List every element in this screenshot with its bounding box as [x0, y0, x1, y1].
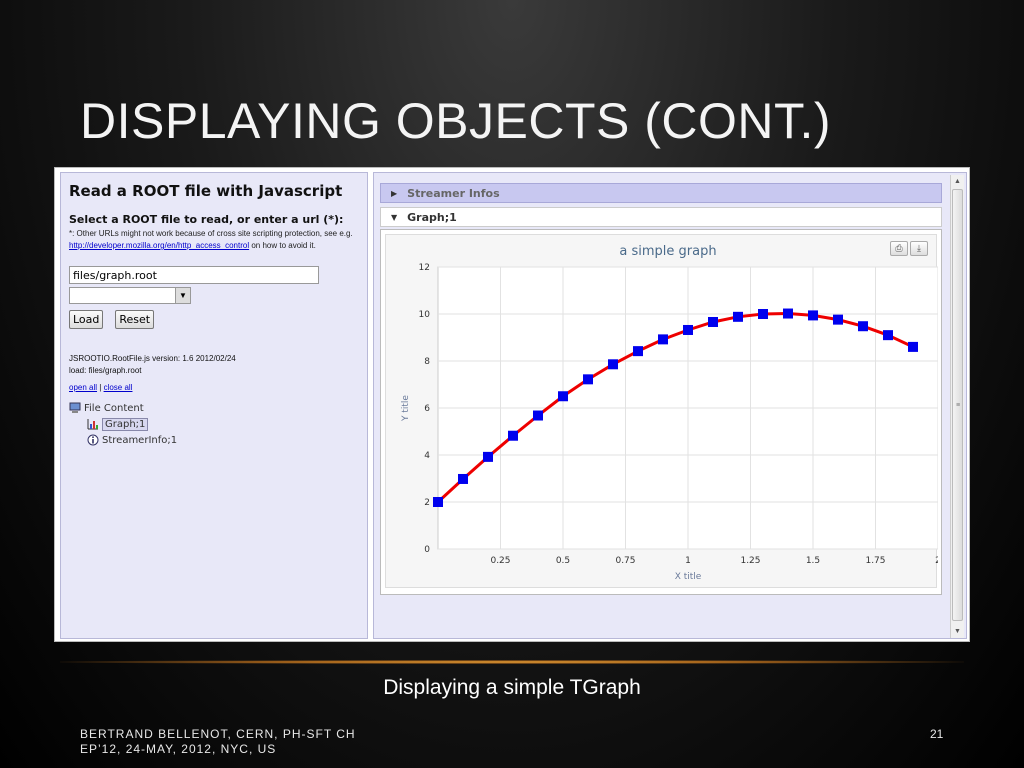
y-tick-label: 0 — [424, 545, 430, 555]
load-line: load: files/graph.root — [69, 366, 142, 375]
open-all-link[interactable]: open all — [69, 383, 97, 392]
data-point — [883, 330, 893, 341]
footer-author: BERTRAND BELLENOT, CERN, PH-SFT CH — [80, 727, 356, 741]
scroll-down-icon[interactable]: ▼ — [951, 625, 964, 638]
data-point — [508, 430, 518, 441]
file-select-dropdown[interactable]: ▼ — [69, 287, 191, 304]
graph-icon — [87, 419, 98, 430]
tree-item-streamerinfo-label: StreamerInfo;1 — [102, 434, 178, 446]
data-point — [483, 451, 493, 462]
info-icon — [87, 434, 99, 446]
data-point — [633, 346, 643, 357]
slide-title: DISPLAYING OBJECTS (CONT.) — [80, 93, 832, 149]
collapsed-arrow-icon: ▶ — [391, 188, 398, 198]
y-tick-label: 8 — [424, 357, 430, 367]
reset-button[interactable]: Reset — [115, 310, 155, 329]
data-point — [608, 359, 618, 370]
x-tick-label: 1.75 — [865, 556, 885, 566]
mozilla-access-control-link[interactable]: http://developer.mozilla.org/en/http_acc… — [69, 241, 249, 250]
y-tick-label: 12 — [419, 263, 430, 273]
divider-glow — [60, 660, 964, 664]
note-text-suffix: on how to avoid it. — [249, 241, 316, 250]
panel-heading: Read a ROOT file with Javascript — [69, 182, 343, 200]
x-tick-label: 2 — [935, 556, 938, 566]
streamer-infos-header[interactable]: ▶ Streamer Infos — [380, 183, 942, 203]
computer-icon — [69, 402, 81, 413]
footer-event: EP’12, 24-MAY, 2012, NYC, US — [80, 742, 277, 756]
x-tick-label: 0.75 — [615, 556, 635, 566]
data-point — [683, 324, 693, 335]
note-text: *: Other URLs might not work because of … — [69, 229, 353, 238]
browser-screenshot: Read a ROOT file with Javascript Select … — [54, 167, 970, 642]
x-tick-label: 1.5 — [806, 556, 820, 566]
chevron-down-icon[interactable]: ▼ — [175, 288, 190, 303]
x-tick-label: 0.5 — [556, 556, 570, 566]
data-point — [858, 321, 868, 332]
data-point — [433, 497, 443, 507]
data-point — [758, 309, 768, 319]
streamer-infos-label: Streamer Infos — [407, 186, 500, 200]
graph-chart: 0 2 4 6 8 10 12 0.25 0.5 0.75 1 1.25 1.5 1.75 2 a simpl… — [401, 244, 938, 582]
slide-footer: BERTRAND BELLENOT, CERN, PH-SFT CH EP’12… — [80, 727, 356, 757]
file-select-label: Select a ROOT file to read, or enter a u… — [69, 213, 344, 226]
chart-title: a simple graph — [619, 244, 716, 259]
left-panel: Read a ROOT file with Javascript Select … — [60, 172, 368, 639]
x-tick-label: 0.25 — [490, 556, 510, 566]
graph-container: ⎙ ⤓ 0246810120.250.50.7511.251.51.752a s… — [380, 229, 942, 595]
tree-root-label: File Content — [84, 402, 144, 414]
right-panel: ▶ Streamer Infos ▼ Graph;1 ⎙ ⤓ 0 2 4 6 8 10 12… — [373, 172, 967, 639]
y-tick-label: 4 — [424, 451, 430, 461]
cross-site-note: *: Other URLs might not work because of … — [69, 228, 359, 252]
file-tree: File Content Graph;1 StreamerInfo;1 — [69, 400, 359, 448]
data-point — [558, 391, 568, 402]
data-point — [908, 341, 918, 352]
y-tick-label: 10 — [419, 310, 431, 320]
vertical-scrollbar[interactable]: ▲ ≡ ▼ — [950, 175, 964, 638]
graph-header[interactable]: ▼ Graph;1 — [380, 207, 942, 227]
scrollbar-thumb[interactable]: ≡ — [952, 189, 963, 621]
tree-controls: open all | close all — [69, 383, 359, 392]
tree-item-streamerinfo[interactable]: StreamerInfo;1 — [69, 432, 359, 448]
data-point — [783, 308, 793, 319]
data-point — [733, 311, 743, 322]
expanded-arrow-icon: ▼ — [391, 212, 398, 222]
tree-item-graph[interactable]: Graph;1 — [69, 416, 359, 432]
data-point — [833, 314, 843, 325]
load-button[interactable]: Load — [69, 310, 104, 329]
x-axis-label: X title — [675, 572, 702, 582]
x-tick-label: 1 — [685, 556, 691, 566]
close-all-link[interactable]: close all — [104, 383, 133, 392]
slide-caption: Displaying a simple TGraph — [383, 676, 641, 699]
data-point — [533, 410, 543, 421]
grip-icon: ≡ — [956, 402, 961, 409]
version-line: JSROOTIO.RootFile.js version: 1.6 2012/0… — [69, 354, 236, 363]
scroll-up-icon[interactable]: ▲ — [951, 175, 964, 188]
x-tick-label: 1.25 — [740, 556, 760, 566]
data-point — [708, 316, 718, 327]
version-info: JSROOTIO.RootFile.js version: 1.6 2012/0… — [69, 353, 359, 377]
data-point — [583, 374, 593, 385]
data-point — [808, 310, 818, 321]
y-tick-label: 2 — [424, 498, 430, 508]
graph-header-label: Graph;1 — [407, 210, 457, 224]
tree-item-graph-label: Graph;1 — [102, 417, 149, 431]
y-tick-label: 6 — [424, 404, 430, 414]
tree-root[interactable]: File Content — [69, 400, 359, 416]
page-number: 21 — [930, 727, 944, 741]
y-axis-label: Y title — [401, 395, 411, 422]
link-separator: | — [99, 383, 102, 392]
file-url-input[interactable] — [69, 266, 319, 284]
data-point — [458, 473, 468, 484]
graph-canvas: ⎙ ⤓ 0246810120.250.50.7511.251.51.752a s… — [385, 234, 938, 588]
data-point — [658, 334, 668, 345]
